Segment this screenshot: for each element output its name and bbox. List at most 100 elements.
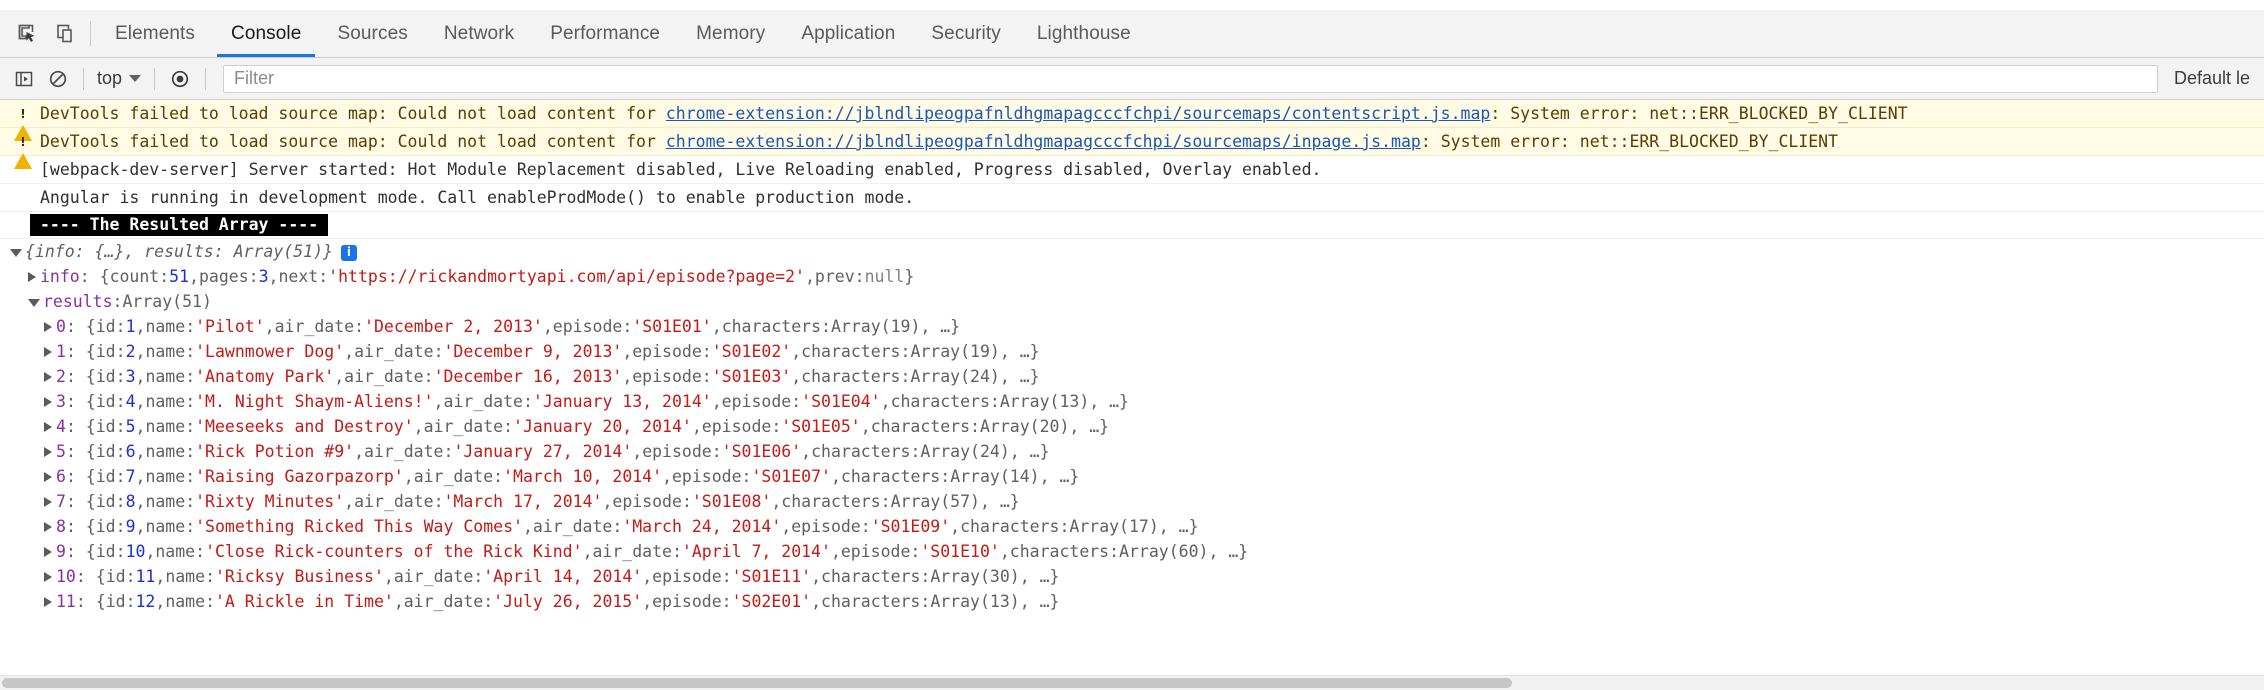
console-message-warning[interactable]: ! DevTools failed to load source map: Co…	[0, 100, 2264, 141]
object-array-item-row[interactable]: 9: {id: 10, name: 'Close Rick-counters o…	[0, 539, 2264, 564]
object-root-row[interactable]: {info: {…}, results: Array(51)} i	[0, 239, 2264, 264]
console-message-banner[interactable]: ---- The Resulted Array ----	[0, 212, 2264, 239]
punctuation: ,	[622, 342, 633, 361]
console-message-log[interactable]: [webpack-dev-server] Server started: Hot…	[0, 156, 2264, 184]
filter-input[interactable]: Filter	[223, 64, 2158, 93]
info-badge-icon[interactable]: i	[340, 244, 357, 261]
object-array-item-row[interactable]: 11: {id: 12, name: 'A Rickle in Time', a…	[0, 589, 2264, 614]
source-map-link[interactable]: chrome-extension://jblndlipeogpafnldhgma…	[666, 132, 1421, 151]
air-date-key: air_date	[274, 317, 355, 336]
id-key: id	[95, 392, 116, 411]
air-date-key: air_date	[354, 342, 434, 361]
object-array-item-row[interactable]: 0: {id: 1, name: 'Pilot', air_date: 'Dec…	[0, 314, 2264, 339]
punctuation: :	[900, 367, 911, 386]
object-array-item-row[interactable]: 8: {id: 9, name: 'Something Ricked This …	[0, 514, 2264, 539]
tab-memory[interactable]: Memory	[678, 10, 783, 57]
expand-arrow-icon[interactable]	[44, 346, 52, 357]
source-map-link[interactable]: chrome-extension://jblndlipeogpafnldhgma…	[666, 104, 1491, 123]
object-array-item-row[interactable]: 6: {id: 7, name: 'Raising Gazorpazorp' , …	[0, 464, 2264, 489]
punctuation: :	[910, 542, 921, 561]
punctuation: ,	[542, 317, 553, 336]
tab-network[interactable]: Network	[426, 10, 532, 57]
object-info-row[interactable]: info: {count: 51, pages: 3, next: 'https…	[0, 264, 2264, 289]
episode-key: episode	[840, 542, 911, 561]
object-array-item-row[interactable]: 2: {id: 3, name: 'Anatomy Park', air_dat…	[0, 364, 2264, 389]
console-message-log[interactable]: Angular is running in development mode. …	[0, 184, 2264, 212]
object-array-item-row[interactable]: 1: {id: 2, name: 'Lawnmower Dog', air_da…	[0, 339, 2264, 364]
object-array-item-row[interactable]: 10: {id: 11, name: 'Ricksy Business', ai…	[0, 564, 2264, 589]
name-key: name	[145, 517, 186, 536]
punctuation: ,	[642, 567, 653, 586]
expand-arrow-icon[interactable]	[44, 446, 52, 457]
punctuation: , …}	[1208, 542, 1249, 561]
expand-arrow-icon[interactable]	[28, 298, 40, 307]
live-expression-icon[interactable]	[164, 63, 196, 95]
tab-application[interactable]: Application	[783, 10, 913, 57]
punctuation: ,	[135, 392, 146, 411]
expand-arrow-icon[interactable]	[44, 421, 52, 432]
console-sidebar-icon[interactable]	[8, 63, 40, 95]
expand-arrow-icon[interactable]	[44, 571, 52, 582]
context-value: top	[97, 68, 123, 88]
punctuation: :	[900, 342, 911, 361]
name-value: 'Raising Gazorpazorp'	[195, 467, 404, 486]
tab-security[interactable]: Security	[913, 10, 1018, 57]
tab-lighthouse[interactable]: Lighthouse	[1019, 10, 1149, 57]
punctuation: :	[771, 417, 782, 436]
log-levels-selector[interactable]: Default le	[2160, 68, 2258, 89]
devtools-tab-bar: Elements Console Sources Network Perform…	[0, 10, 2264, 58]
expand-arrow-icon[interactable]	[44, 371, 52, 382]
punctuation: ,	[135, 467, 146, 486]
object-array-item-row[interactable]: 5: {id: 6, name: 'Rick Potion #9', air_d…	[0, 439, 2264, 464]
expand-arrow-icon[interactable]	[44, 596, 52, 607]
tab-console[interactable]: Console	[213, 10, 319, 57]
expand-arrow-icon[interactable]	[44, 546, 52, 557]
clear-console-icon[interactable]	[42, 63, 74, 95]
warning-suffix: : System error: net::ERR_BLOCKED_BY_CLIE…	[1490, 104, 1908, 123]
console-message-warning[interactable]: ! DevTools failed to load source map: Co…	[0, 128, 2264, 169]
scrollbar-thumb[interactable]	[2, 678, 1512, 688]
tab-elements[interactable]: Elements	[97, 10, 213, 57]
tab-bar-left-icons	[6, 10, 88, 57]
inspect-element-icon[interactable]	[10, 17, 44, 51]
punctuation: , …}	[999, 367, 1040, 386]
punctuation: :	[125, 567, 136, 586]
property-open-brace: : {	[79, 267, 110, 286]
object-array-item-row[interactable]: 4: {id: 5, name: 'Meeseeks and Destroy',…	[0, 414, 2264, 439]
expand-arrow-icon[interactable]	[44, 321, 52, 332]
object-array-item-row[interactable]: 3: {id: 4, name: 'M. Night Shaym-Aliens!…	[0, 389, 2264, 414]
console-message-list: ! DevTools failed to load source map: Co…	[0, 100, 2264, 675]
air-date-value: 'January 27, 2014'	[453, 442, 633, 461]
punctuation: ,	[711, 317, 722, 336]
expand-arrow-icon[interactable]	[28, 271, 36, 282]
punctuation: :	[423, 367, 434, 386]
expand-arrow-icon[interactable]	[44, 521, 52, 532]
punctuation: :	[791, 392, 802, 411]
tab-sources[interactable]: Sources	[319, 10, 425, 57]
name-value: 'Rick Potion #9'	[195, 442, 355, 461]
horizontal-scrollbar[interactable]	[0, 675, 2264, 690]
array-index: 8	[56, 517, 66, 536]
punctuation: ,	[393, 592, 404, 611]
devtools-tabs: Elements Console Sources Network Perform…	[97, 10, 1149, 57]
punctuation: ,	[433, 392, 444, 411]
tab-performance[interactable]: Performance	[532, 10, 678, 57]
air-date-key: air_date	[443, 392, 523, 411]
array-index: 7	[56, 492, 66, 511]
object-array-item-row[interactable]: 7: {id: 8, name: 'Rixty Minutes', air_da…	[0, 489, 2264, 514]
expand-arrow-icon[interactable]	[44, 496, 52, 507]
message-text: DevTools failed to load source map: Coul…	[40, 130, 2264, 153]
device-toolbar-icon[interactable]	[48, 17, 82, 51]
javascript-context-selector[interactable]: top	[93, 68, 145, 89]
punctuation: ,	[522, 517, 533, 536]
expand-arrow-icon[interactable]	[44, 471, 52, 482]
next-value: 'https://rickandmortyapi.com/api/episode…	[328, 267, 805, 286]
object-results-row[interactable]: results: Array(51)	[0, 289, 2264, 314]
punctuation: :	[185, 392, 196, 411]
punctuation: ,	[135, 417, 146, 436]
expand-arrow-icon[interactable]	[10, 248, 22, 257]
punctuation: ,	[791, 367, 802, 386]
characters-value: Array(13)	[999, 392, 1090, 411]
expand-arrow-icon[interactable]	[44, 396, 52, 407]
name-value: 'Anatomy Park'	[195, 367, 335, 386]
